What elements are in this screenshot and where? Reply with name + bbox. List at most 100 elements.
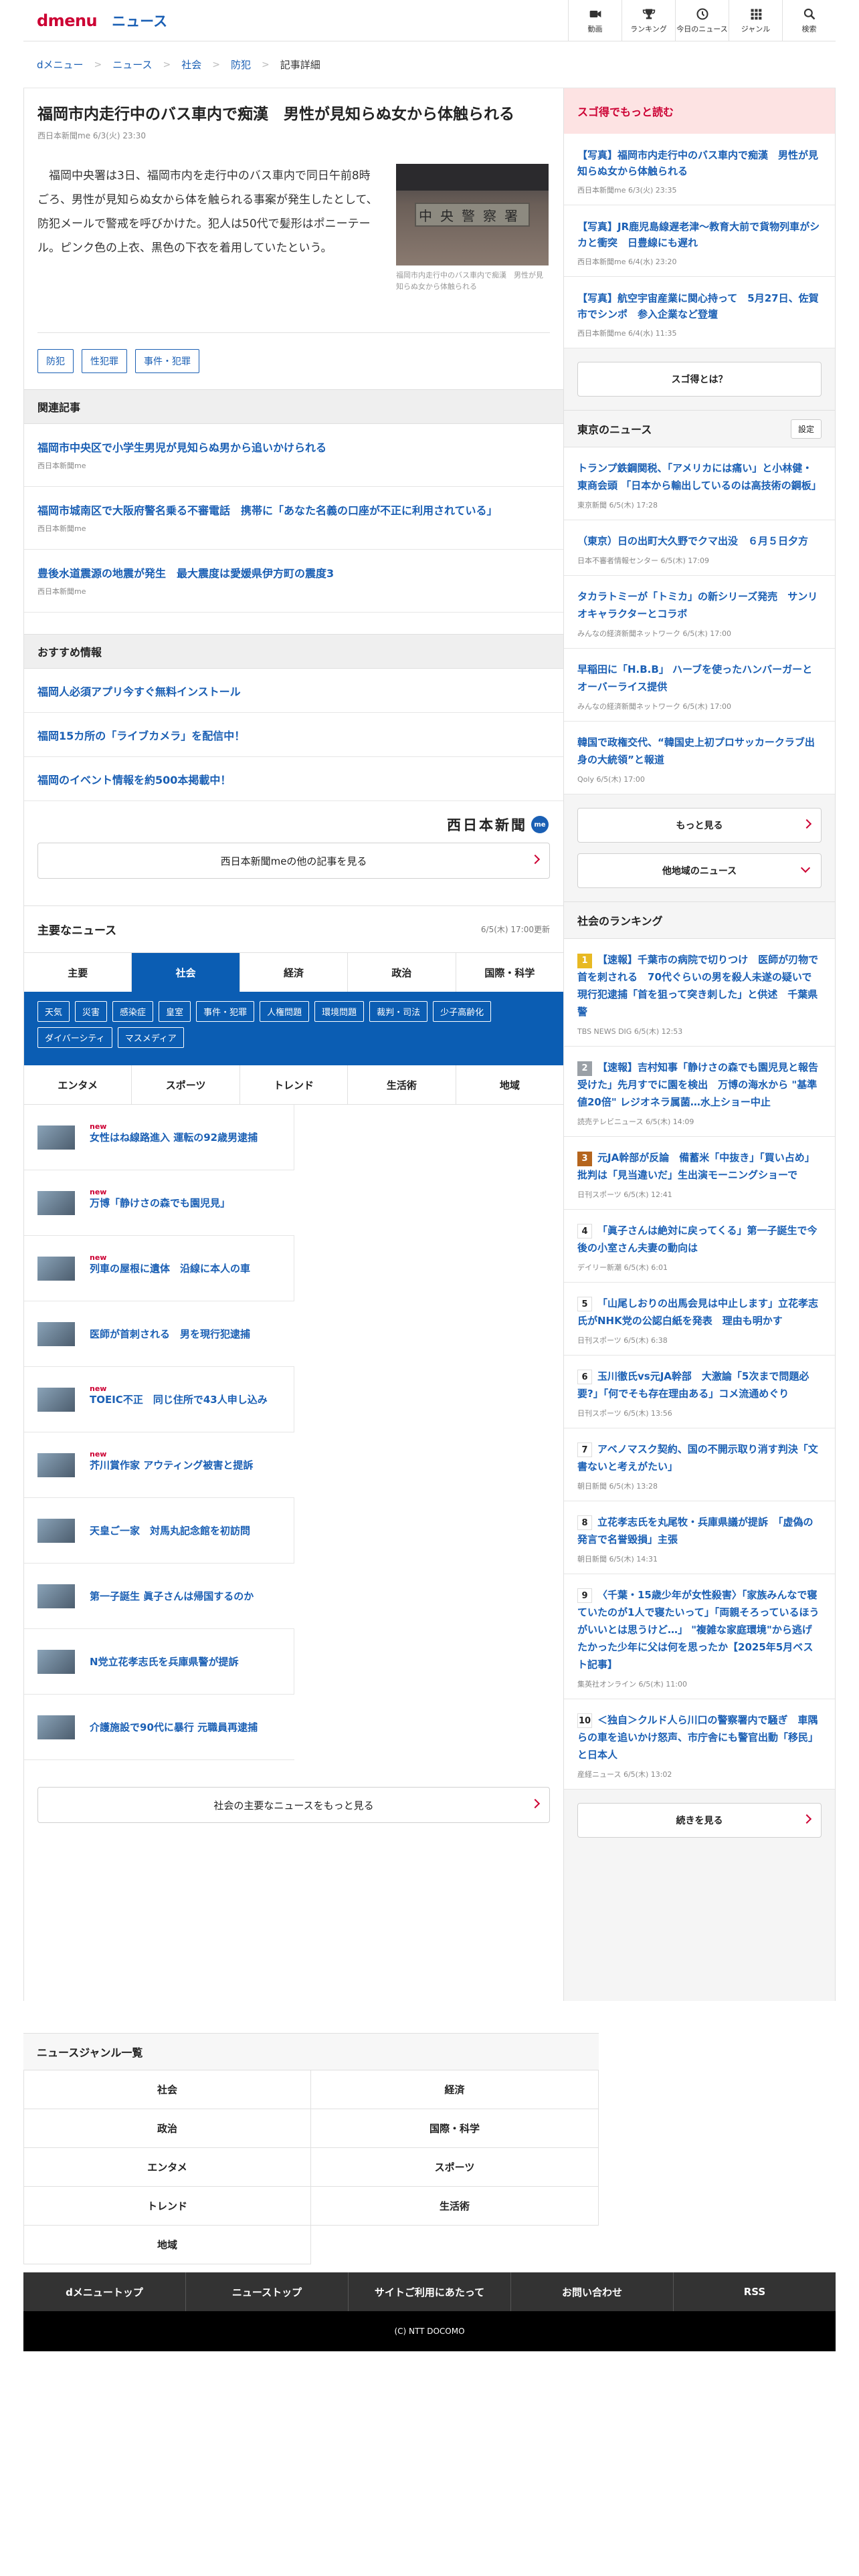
- subtag[interactable]: 事件・犯罪: [196, 1001, 255, 1022]
- sugo-title[interactable]: 【写真】航空宇宙産業に関心持って 5月27日、佐賀市でシンポ 参入企業など登壇: [577, 290, 822, 322]
- nav-ranking[interactable]: ランキング: [622, 0, 675, 41]
- news-title[interactable]: 万博「静けさの森でも園児見」: [90, 1196, 230, 1210]
- rank-title[interactable]: 玉川徹氏vs元JA幹部 大激論「5次まで問題必要?」「何でそも存在理由ある」コメ…: [577, 1370, 809, 1400]
- nav-search[interactable]: 検索: [782, 0, 836, 41]
- tokyo-title[interactable]: タカラトミーが「トミカ」の新シリーズ発売 サンリオキャラクターとコラボ: [577, 588, 822, 623]
- sugo-about-button[interactable]: スゴ得とは？: [577, 362, 822, 397]
- genre-region[interactable]: 地域: [23, 2226, 311, 2264]
- news-title[interactable]: TOEIC不正 同じ住所で43人申し込み: [90, 1392, 268, 1407]
- related-item[interactable]: 福岡市中央区で小学生男児が見知らぬ男から追いかけられる 西日本新聞me: [24, 424, 563, 487]
- news-item[interactable]: 医師が首刺される 男を現行犯逮捕: [24, 1301, 294, 1367]
- news-item[interactable]: new 女性はね線路進入 運転の92歳男逮捕: [24, 1105, 294, 1170]
- subtag[interactable]: 環境問題: [314, 1001, 365, 1022]
- news-title[interactable]: N党立花孝志氏を兵庫県警が提訴: [90, 1654, 239, 1669]
- subtag[interactable]: 災害: [75, 1001, 108, 1022]
- recommend-item[interactable]: 福岡人必須アプリ今すぐ無料インストール: [24, 669, 563, 713]
- genre-politics[interactable]: 政治: [23, 2109, 311, 2148]
- tokyo-more-button[interactable]: もっと見る: [577, 808, 822, 843]
- region-setting-button[interactable]: 設定: [790, 419, 822, 439]
- news-title[interactable]: 介護施設で90代に暴行 元職員再逮捕: [90, 1720, 258, 1735]
- footer-news-top[interactable]: ニューストップ: [186, 2272, 349, 2311]
- genre-sports[interactable]: スポーツ: [311, 2148, 599, 2187]
- sugo-item[interactable]: 【写真】航空宇宙産業に関心持って 5月27日、佐賀市でシンポ 参入企業など登壇西…: [564, 277, 835, 348]
- tag-button[interactable]: 事件・犯罪: [135, 349, 199, 373]
- subtag[interactable]: 人権問題: [260, 1001, 310, 1022]
- recommend-item[interactable]: 福岡15カ所の「ライブカメラ」を配信中！: [24, 713, 563, 757]
- ranking-item[interactable]: 3 元JA幹部が反論 備蓄米「中抜き」「買い占め」批判は「見当違いだ」生出演モーニ…: [564, 1137, 835, 1210]
- genre-economy[interactable]: 経済: [311, 2070, 599, 2109]
- tab-region[interactable]: 地域: [456, 1065, 563, 1104]
- rank-title[interactable]: アベノマスク契約、国の不開示取り消す判決「文書ないと考えがたい」: [577, 1443, 818, 1473]
- related-item[interactable]: 福岡市城南区で大阪府警名乗る不審電話 携帯に「あなた名義の口座が不正に利用されて…: [24, 487, 563, 550]
- news-item[interactable]: 天皇ご一家 対馬丸記念館を初訪問: [24, 1498, 294, 1564]
- news-item[interactable]: new 列車の屋根に遺体 沿線に本人の車: [24, 1236, 294, 1301]
- tokyo-item[interactable]: トランプ鉄鋼関税、「アメリカには痛い」と小林健・東商会頭 「日本から輸出している…: [564, 447, 835, 520]
- news-item[interactable]: new 万博「静けさの森でも園児見」: [24, 1170, 294, 1236]
- subtag[interactable]: 少子高齢化: [433, 1001, 492, 1022]
- tokyo-title[interactable]: トランプ鉄鋼関税、「アメリカには痛い」と小林健・東商会頭 「日本から輸出している…: [577, 459, 822, 494]
- tokyo-item[interactable]: 韓国で政権交代、“韓国史上初プロサッカークラブ出身の大統領”と報道 Qoly 6/…: [564, 722, 835, 794]
- tab-politics[interactable]: 政治: [348, 953, 456, 992]
- news-title[interactable]: 芥川賞作家 アウティング被害と提訴: [90, 1458, 253, 1473]
- rank-title[interactable]: 「眞子さんは絶対に戻ってくる」第一子誕生で今後の小室さん夫妻の動向は: [577, 1224, 818, 1254]
- sugo-title[interactable]: 【写真】福岡市内走行中のバス車内で痴漢 男性が見知らぬ女から体触られる: [577, 147, 822, 179]
- news-item[interactable]: new TOEIC不正 同じ住所で43人申し込み: [24, 1367, 294, 1432]
- tokyo-title[interactable]: 韓国で政権交代、“韓国史上初プロサッカークラブ出身の大統領”と報道: [577, 734, 822, 768]
- breadcrumb-crime-prevention[interactable]: 防犯: [231, 58, 251, 72]
- recommend-item[interactable]: 福岡のイベント情報を約500本掲載中！: [24, 757, 563, 801]
- ranking-item[interactable]: 5 「山尾しおりの出馬会見は中止します」立花孝志氏がNHK党の公認白紙を発表 理由…: [564, 1283, 835, 1356]
- tokyo-title[interactable]: （東京）日の出町大久野でクマ出没 ６月５日夕方: [577, 532, 822, 550]
- genre-entertainment[interactable]: エンタメ: [23, 2148, 311, 2187]
- footer-contact[interactable]: お問い合わせ: [511, 2272, 674, 2311]
- related-title[interactable]: 福岡市城南区で大阪府警名乗る不審電話 携帯に「あなた名義の口座が不正に利用されて…: [37, 503, 550, 519]
- article-photo[interactable]: 中央警察署 福岡市内走行中のバス車内で痴漢 男性が見知らぬ女から体触られる: [396, 164, 549, 292]
- tab-sports[interactable]: スポーツ: [132, 1065, 240, 1104]
- ranking-item[interactable]: 8 立花孝志氏を丸尾牧・兵庫県議が提訴 「虚偽の発言で名誉毀損」主張 朝日新聞 6/…: [564, 1501, 835, 1574]
- footer-terms[interactable]: サイトご利用にあたって: [349, 2272, 511, 2311]
- news-item[interactable]: 第一子誕生 眞子さんは帰国するのか: [24, 1564, 294, 1629]
- subtag[interactable]: 天気: [37, 1001, 70, 1022]
- tokyo-item[interactable]: タカラトミーが「トミカ」の新シリーズ発売 サンリオキャラクターとコラボ みんなの経…: [564, 576, 835, 649]
- rank-title[interactable]: 【速報】吉村知事「静けさの森でも園児見と報告受けた」先月すでに園を検出 万博の海…: [577, 1061, 818, 1108]
- ranking-more-button[interactable]: 続きを見る: [577, 1803, 822, 1838]
- tab-society[interactable]: 社会: [132, 953, 240, 992]
- other-region-button[interactable]: 他地域のニュース: [577, 853, 822, 888]
- news-item[interactable]: 介護施設で90代に暴行 元職員再逮捕: [24, 1695, 294, 1760]
- tab-economy[interactable]: 経済: [240, 953, 349, 992]
- sugo-item[interactable]: 【写真】JR鹿児島線遅老津〜教育大前で貨物列車がシカと衝突 日豊線にも遅れ 西日本…: [564, 205, 835, 277]
- tab-main[interactable]: 主要: [24, 953, 132, 992]
- sugo-item[interactable]: 【写真】福岡市内走行中のバス車内で痴漢 男性が見知らぬ女から体触られる 西日本新聞…: [564, 134, 835, 205]
- related-item[interactable]: 豊後水道震源の地震が発生 最大震度は愛媛県伊方町の震度3 西日本新聞me: [24, 550, 563, 613]
- tokyo-title[interactable]: 早稲田に「H.B.B」 ハーブを使ったハンバーガーとオーバーライス提供: [577, 661, 822, 695]
- subtag[interactable]: ダイバーシティ: [37, 1027, 112, 1048]
- news-title[interactable]: 女性はね線路進入 運転の92歳男逮捕: [90, 1130, 258, 1145]
- publisher-logo[interactable]: 西日本新聞 me: [24, 807, 563, 843]
- genre-society[interactable]: 社会: [23, 2070, 311, 2109]
- subtag[interactable]: 裁判・司法: [369, 1001, 428, 1022]
- footer-dmenu-top[interactable]: dメニュートップ: [23, 2272, 186, 2311]
- rank-title[interactable]: 立花孝志氏を丸尾牧・兵庫県議が提訴 「虚偽の発言で名誉毀損」主張: [577, 1516, 814, 1545]
- nav-video[interactable]: 動画: [568, 0, 622, 41]
- tab-trend[interactable]: トレンド: [240, 1065, 349, 1104]
- news-title[interactable]: 列車の屋根に遺体 沿線に本人の車: [90, 1261, 250, 1276]
- article-image[interactable]: 中央警察署: [396, 164, 549, 265]
- ranking-item[interactable]: 9 〈千葉・15歳少年が女性殺害〉「家族みんなで寝ていたのが1人で寝たいって」「両…: [564, 1574, 835, 1699]
- nav-today[interactable]: 今日のニュース: [675, 0, 729, 41]
- related-title[interactable]: 福岡市中央区で小学生男児が見知らぬ男から追いかけられる: [37, 440, 550, 456]
- subtag[interactable]: 皇室: [159, 1001, 191, 1022]
- rank-title[interactable]: 元JA幹部が反論 備蓄米「中抜き」「買い占め」批判は「見当違いだ」生出演モーニン…: [577, 1152, 815, 1181]
- rank-title[interactable]: 〈千葉・15歳少年が女性殺害〉「家族みんなで寝ていたのが1人で寝たいって」「両親…: [577, 1589, 819, 1671]
- subtag[interactable]: 感染症: [112, 1001, 154, 1022]
- news-item[interactable]: N党立花孝志氏を兵庫県警が提訴: [24, 1629, 294, 1695]
- ranking-item[interactable]: 6 玉川徹氏vs元JA幹部 大激論「5次まで問題必要?」「何でそも存在理由ある」コ…: [564, 1356, 835, 1428]
- genre-trend[interactable]: トレンド: [23, 2187, 311, 2226]
- genre-lifestyle[interactable]: 生活術: [311, 2187, 599, 2226]
- news-item[interactable]: new 芥川賞作家 アウティング被害と提訴: [24, 1432, 294, 1498]
- tab-entertainment[interactable]: エンタメ: [24, 1065, 132, 1104]
- breadcrumb-dmenu[interactable]: dメニュー: [37, 58, 84, 72]
- news-title[interactable]: 医師が首刺される 男を現行犯逮捕: [90, 1327, 250, 1341]
- genre-international[interactable]: 国際・科学: [311, 2109, 599, 2148]
- publisher-more-button[interactable]: 西日本新聞meの他の記事を見る: [37, 843, 550, 879]
- ranking-item[interactable]: 7 アベノマスク契約、国の不開示取り消す判決「文書ないと考えがたい」 朝日新聞 6/…: [564, 1428, 835, 1501]
- news-title[interactable]: 第一子誕生 眞子さんは帰国するのか: [90, 1589, 254, 1604]
